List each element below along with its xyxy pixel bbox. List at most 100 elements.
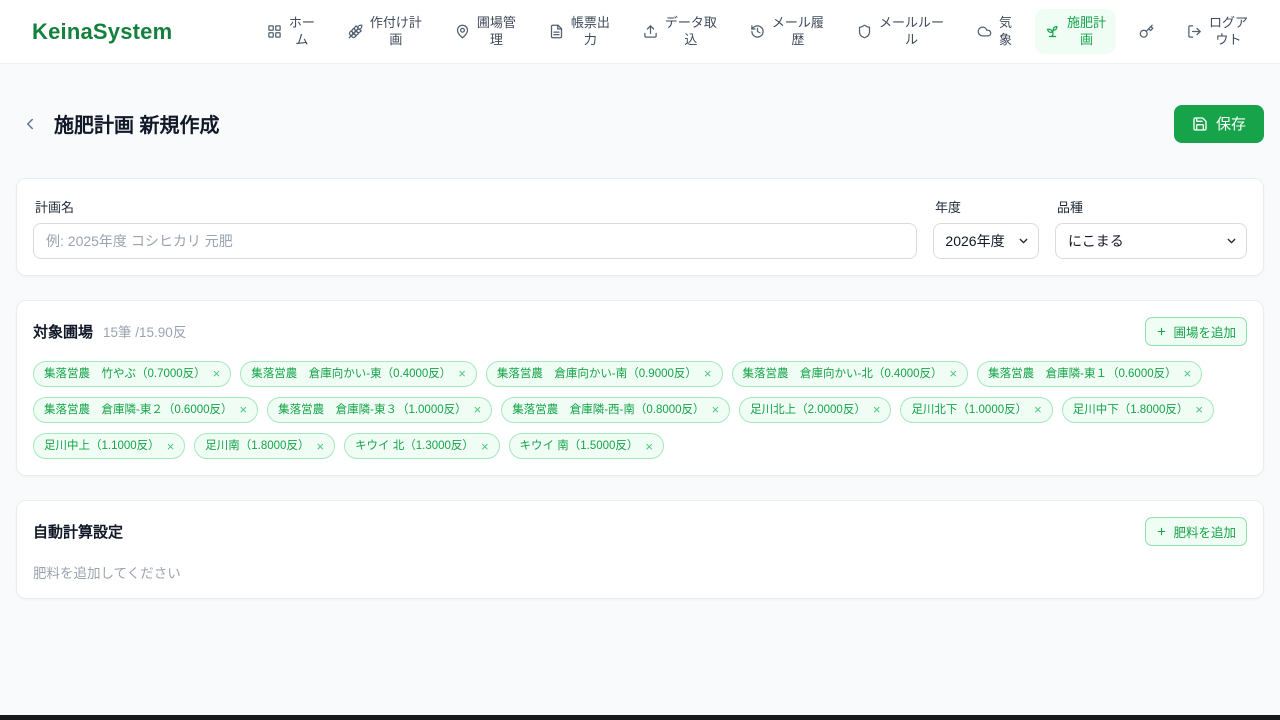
field-tag-label: 集落営農 竹やぶ（0.7000反） — [44, 367, 206, 380]
year-select[interactable]: 2026年度 — [933, 222, 1039, 259]
plan-name-label: 計画名 — [35, 199, 75, 215]
nav-item-field-management[interactable]: 圃場管 理 — [445, 9, 526, 55]
map-pin-icon — [455, 24, 470, 39]
page-content: 施肥計画 新規作成 保存 計画名 年度 2026年度 — [0, 96, 1280, 600]
nav-item-label: 圃場管 理 — [476, 14, 516, 47]
field-tag-label: 足川北上（2.0000反） — [750, 403, 866, 416]
field-tag-label: 足川南（1.8000反） — [205, 439, 310, 452]
field-tag-label: 集落営農 倉庫隣-東２（0.6000反） — [44, 403, 233, 416]
close-icon[interactable]: × — [1184, 367, 1192, 380]
shield-icon — [857, 24, 872, 39]
nav-item-mail-history[interactable]: メール履 歴 — [740, 9, 834, 55]
nav-item-mail-rules[interactable]: メールルー ル — [847, 9, 954, 55]
field-tag: 集落営農 倉庫向かい-東（0.4000反） × — [240, 360, 477, 387]
field-tag: 足川中下（1.8000反） × — [1061, 396, 1214, 423]
nav-item-label: データ取 込 — [664, 14, 717, 47]
upload-icon — [643, 24, 658, 39]
brand-logo: KeinaSystem — [32, 18, 173, 44]
year-label: 年度 — [935, 199, 962, 215]
plan-name-input[interactable] — [33, 222, 917, 259]
field-tag: 集落営農 倉庫隣-東２（0.6000反） × — [33, 396, 259, 423]
field-tag-label: 足川中下（1.8000反） — [1072, 403, 1189, 416]
field-tag-label: キウイ 南（1.5000反） — [519, 439, 639, 452]
nav-item-logout[interactable]: ログア ウト — [1177, 9, 1258, 55]
close-icon[interactable]: × — [213, 367, 221, 380]
add-fertilizer-button-label: 肥料を追加 — [1173, 526, 1236, 541]
add-fertilizer-button[interactable]: 肥料を追加 — [1145, 517, 1247, 547]
close-icon[interactable]: × — [704, 367, 712, 380]
field-tag-label: 集落営農 倉庫隣-東１（0.6000反） — [988, 367, 1177, 380]
save-button[interactable]: 保存 — [1173, 104, 1264, 143]
field-tag: 足川中上（1.1000反） × — [33, 432, 186, 460]
sprout-icon — [1045, 24, 1060, 39]
variety-select[interactable]: にこまる — [1055, 222, 1247, 259]
nav-item-key[interactable] — [1129, 18, 1164, 45]
year-field: 年度 2026年度 — [933, 195, 1039, 259]
close-icon[interactable]: × — [1034, 403, 1042, 416]
cloud-icon — [977, 24, 992, 39]
nav-item-label: 作付け計 画 — [369, 14, 422, 47]
nav-item-planting-plan[interactable]: 作付け計 画 — [338, 9, 432, 55]
app-header: KeinaSystem ホー ム 作付け計 画 圃場管 理 帳票出 力 データ取 込 メー… — [0, 0, 1280, 64]
auto-calc-card: 自動計算設定 肥料を追加 肥料を追加してください — [16, 500, 1264, 600]
close-icon[interactable]: × — [950, 367, 958, 380]
add-field-button[interactable]: 圃場を追加 — [1145, 316, 1247, 346]
nav-item-label: ホー ム — [288, 14, 315, 47]
field-tag-label: 集落営農 倉庫隣-西-南（0.8000反） — [512, 403, 705, 416]
nav-item-weather[interactable]: 気 象 — [967, 9, 1022, 55]
plan-name-field: 計画名 — [33, 195, 917, 259]
save-icon — [1192, 116, 1208, 132]
close-icon[interactable]: × — [481, 440, 489, 453]
close-icon[interactable]: × — [240, 403, 248, 416]
nav-item-label: メール履 歴 — [771, 14, 824, 47]
save-button-label: 保存 — [1215, 116, 1246, 134]
add-field-button-label: 圃場を追加 — [1173, 325, 1236, 340]
fertilizer-empty-text: 肥料を追加してください — [33, 566, 181, 582]
close-icon[interactable]: × — [1195, 403, 1203, 416]
back-button[interactable] — [16, 110, 44, 138]
close-icon[interactable]: × — [712, 403, 720, 416]
close-icon[interactable]: × — [873, 403, 881, 416]
nav-item-label: ログア ウト — [1208, 14, 1248, 47]
chevron-left-icon — [21, 115, 39, 133]
field-tag: 足川北下（1.0000反） × — [900, 396, 1053, 423]
field-tag-label: 集落営農 倉庫向かい-東（0.4000反） — [251, 367, 452, 380]
field-tag-label: 足川中上（1.1000反） — [44, 439, 160, 452]
nav-item-data-import[interactable]: データ取 込 — [633, 9, 727, 55]
field-tag-label: キウイ 北（1.3000反） — [355, 439, 474, 452]
page-head: 施肥計画 新規作成 保存 — [16, 96, 1264, 152]
plan-form-card: 計画名 年度 2026年度 品種 にこまる — [16, 177, 1264, 276]
grid-icon — [267, 24, 282, 39]
nav-item-label: 施肥計 画 — [1066, 14, 1106, 47]
close-icon[interactable]: × — [474, 403, 482, 416]
nav-item-fertilization-plan[interactable]: 施肥計 画 — [1034, 8, 1116, 55]
field-tag: 集落営農 倉庫隣-東３（1.0000反） × — [267, 396, 493, 423]
nav-item-label: 気 象 — [998, 14, 1012, 47]
field-tag-label: 足川北下（1.0000反） — [911, 403, 1028, 416]
field-tag-label: 集落営農 倉庫隣-東３（1.0000反） — [278, 403, 467, 416]
bottom-edge-bar — [0, 715, 1280, 720]
nav-item-home[interactable]: ホー ム — [257, 9, 325, 55]
history-icon — [750, 24, 765, 39]
close-icon[interactable]: × — [458, 367, 466, 380]
field-tag: 集落営農 倉庫隣-西-南（0.8000反） × — [501, 396, 731, 423]
target-fields-summary: 15筆 /15.90反 — [103, 325, 187, 341]
close-icon[interactable]: × — [645, 440, 653, 453]
auto-calc-title: 自動計算設定 — [33, 524, 124, 542]
nav-item-report-output[interactable]: 帳票出 力 — [539, 9, 620, 55]
close-icon[interactable]: × — [316, 440, 324, 453]
variety-label: 品種 — [1057, 199, 1084, 215]
wheat-icon — [348, 24, 363, 39]
target-fields-card: 対象圃場 15筆 /15.90反 圃場を追加 集落営農 竹やぶ（0.7000反）… — [16, 299, 1264, 477]
field-tag: キウイ 南（1.5000反） × — [508, 432, 664, 460]
page-title: 施肥計画 新規作成 — [54, 115, 220, 138]
close-icon[interactable]: × — [167, 440, 175, 453]
field-tag: 集落営農 倉庫隣-東１（0.6000反） × — [977, 360, 1203, 387]
field-tag: 集落営農 倉庫向かい-南（0.9000反） × — [485, 360, 723, 387]
field-tag: 足川北上（2.0000反） × — [739, 396, 892, 423]
plus-icon — [1156, 526, 1167, 537]
document-icon — [549, 24, 564, 39]
key-icon — [1139, 24, 1154, 39]
variety-field: 品種 にこまる — [1055, 195, 1247, 259]
plus-icon — [1156, 326, 1167, 337]
